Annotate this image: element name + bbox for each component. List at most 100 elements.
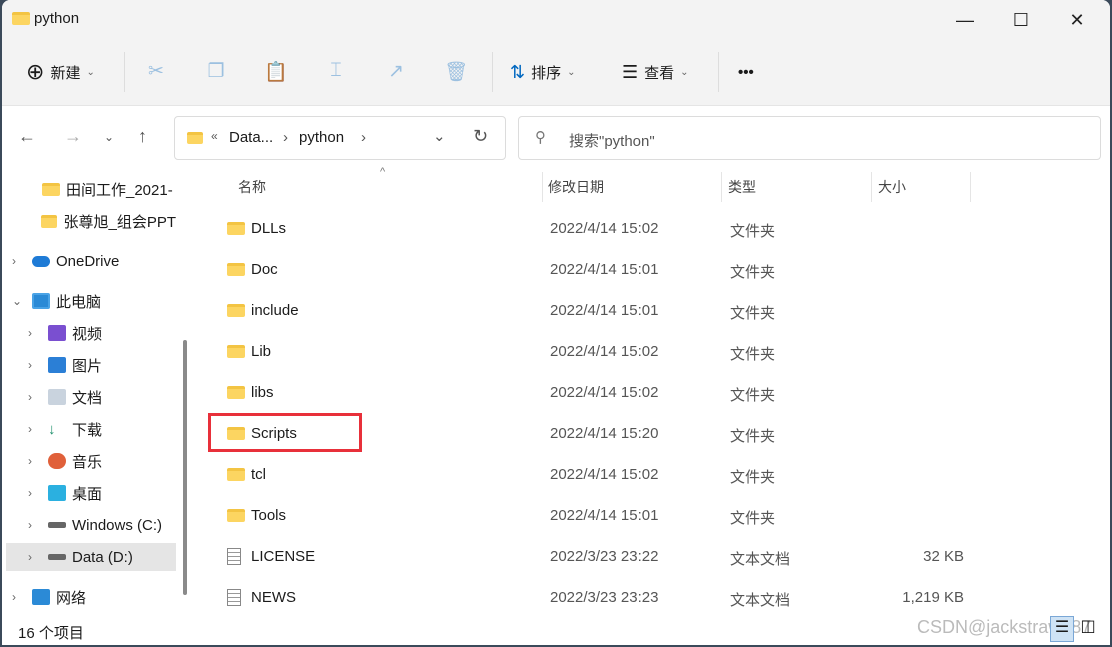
folder-icon bbox=[227, 263, 245, 276]
column-name[interactable]: 名称 bbox=[238, 172, 266, 202]
file-row[interactable]: Doc 2022/4/14 15:01 文件夹 bbox=[207, 251, 1107, 289]
chevron-right-icon[interactable]: › bbox=[28, 390, 42, 404]
file-row[interactable]: libs 2022/4/14 15:02 文件夹 bbox=[207, 374, 1107, 412]
desktop-icon bbox=[48, 485, 66, 501]
sidebar-item-label: 视频 bbox=[72, 325, 103, 343]
column-type[interactable]: 类型 bbox=[728, 172, 756, 202]
divider bbox=[124, 52, 125, 92]
file-name: include bbox=[251, 302, 299, 319]
sort-icon: ⇅ bbox=[510, 61, 526, 82]
minimize-button[interactable]: — bbox=[942, 6, 988, 34]
file-row[interactable]: NEWS 2022/3/23 23:23 文本文档 1,219 KB bbox=[207, 579, 1107, 617]
sidebar-item[interactable]: › 桌面 bbox=[12, 479, 176, 507]
overflow-icon[interactable]: « bbox=[211, 129, 218, 143]
copy-icon[interactable]: ❐ bbox=[204, 60, 228, 83]
sidebar-item-label: 网络 bbox=[56, 589, 87, 607]
sidebar-item[interactable]: › 图片 bbox=[12, 351, 176, 379]
sort-button[interactable]: ⇅ 排序 ⌄ bbox=[510, 56, 576, 88]
file-type: 文件夹 bbox=[730, 346, 776, 363]
file-name: Tools bbox=[251, 507, 287, 524]
chevron-right-icon[interactable]: › bbox=[12, 590, 26, 604]
column-size[interactable]: 大小 bbox=[878, 172, 906, 202]
chevron-right-icon[interactable]: › bbox=[361, 129, 366, 146]
more-button[interactable]: ••• bbox=[738, 56, 754, 88]
file-row[interactable]: DLLs 2022/4/14 15:02 文件夹 bbox=[207, 210, 1107, 248]
file-row[interactable]: Lib 2022/4/14 15:02 文件夹 bbox=[207, 333, 1107, 371]
file-row[interactable]: LICENSE 2022/3/23 23:22 文本文档 32 KB bbox=[207, 538, 1107, 576]
search-placeholder[interactable]: 搜索"python" bbox=[569, 130, 655, 151]
sidebar-scrollbar[interactable] bbox=[183, 340, 187, 595]
divider bbox=[871, 172, 872, 202]
chevron-down-icon[interactable]: ⌄ bbox=[12, 294, 26, 308]
music-icon bbox=[48, 453, 66, 469]
breadcrumb-python[interactable]: python bbox=[299, 129, 344, 146]
paste-icon[interactable]: 📋 bbox=[264, 60, 288, 84]
file-date: 2022/4/14 15:02 bbox=[550, 384, 659, 401]
breadcrumb-data[interactable]: Data... bbox=[229, 129, 273, 146]
chevron-right-icon[interactable]: › bbox=[283, 129, 288, 146]
delete-icon[interactable]: 🗑 bbox=[444, 60, 468, 84]
chevron-right-icon[interactable]: › bbox=[12, 254, 26, 268]
chevron-down-icon: ⌄ bbox=[567, 66, 576, 78]
chevron-right-icon[interactable]: › bbox=[28, 422, 42, 436]
sidebar-item[interactable]: › 文档 bbox=[12, 383, 176, 411]
sidebar-item[interactable]: › Data (D:) bbox=[6, 543, 176, 571]
chevron-right-icon[interactable]: › bbox=[28, 518, 42, 532]
sidebar-item[interactable]: › 网络 bbox=[12, 583, 176, 611]
details-view-button[interactable]: ☰ bbox=[1050, 616, 1074, 642]
forward-button[interactable]: → bbox=[64, 126, 82, 147]
navigation-pane: 田间工作_2021- 张尊旭_组会PPT › OneDrive ⌄ 此电脑 › 视频 › 图片 › 文… bbox=[2, 170, 192, 615]
divider bbox=[542, 172, 543, 202]
search-box[interactable]: ⚲ 搜索"python" bbox=[518, 116, 1101, 160]
folder-icon bbox=[42, 182, 60, 196]
chevron-down-icon: ⌄ bbox=[680, 66, 689, 78]
chevron-down-icon: ⌄ bbox=[86, 66, 95, 78]
back-button[interactable]: ← bbox=[18, 126, 36, 147]
sort-label: 排序 bbox=[531, 64, 562, 82]
sidebar-item-label: OneDrive bbox=[56, 252, 120, 270]
column-date[interactable]: 修改日期 bbox=[548, 172, 604, 202]
maximize-button[interactable]: ☐ bbox=[998, 6, 1044, 34]
view-button[interactable]: ☰ 查看 ⌄ bbox=[622, 56, 689, 88]
cut-icon[interactable]: ✂ bbox=[144, 60, 168, 83]
new-button[interactable]: ⊕ 新建 ⌄ bbox=[26, 56, 95, 88]
refresh-icon[interactable]: ↻ bbox=[473, 126, 488, 147]
sidebar-item[interactable]: › 音乐 bbox=[12, 447, 176, 475]
close-button[interactable]: ✕ bbox=[1054, 6, 1100, 34]
chevron-right-icon[interactable]: › bbox=[28, 454, 42, 468]
computer-icon bbox=[32, 293, 50, 309]
sidebar-item-label: Windows (C:) bbox=[72, 516, 163, 534]
chevron-right-icon[interactable]: › bbox=[28, 326, 42, 340]
folder-icon bbox=[227, 509, 245, 522]
share-icon[interactable]: ↗ bbox=[384, 60, 408, 83]
search-icon: ⚲ bbox=[535, 129, 546, 146]
up-button[interactable]: ↑ bbox=[138, 126, 147, 147]
divider bbox=[721, 172, 722, 202]
chevron-right-icon[interactable]: › bbox=[28, 550, 42, 564]
rename-icon[interactable]: ⌶ bbox=[324, 60, 348, 82]
cloud-icon bbox=[32, 255, 50, 267]
chevron-right-icon[interactable]: › bbox=[28, 358, 42, 372]
sidebar-item[interactable]: 张尊旭_组会PPT bbox=[12, 207, 176, 235]
window-title: python bbox=[34, 10, 80, 27]
recent-dropdown[interactable]: ⌄ bbox=[104, 130, 114, 144]
sidebar-item[interactable]: › Windows (C:) bbox=[12, 511, 176, 539]
chevron-right-icon[interactable]: › bbox=[28, 486, 42, 500]
file-row[interactable]: include 2022/4/14 15:01 文件夹 bbox=[207, 292, 1107, 330]
highlight-box bbox=[208, 413, 362, 452]
sidebar-item[interactable]: ⌄ 此电脑 bbox=[12, 287, 176, 315]
file-name: tcl bbox=[251, 466, 266, 483]
file-explorer-window: python — ☐ ✕ ⊕ 新建 ⌄ ✂ ❐ 📋 ⌶ ↗ 🗑 ⇅ 排序 ⌄ ☰… bbox=[2, 0, 1110, 645]
tiles-view-button[interactable]: ◫ bbox=[1076, 616, 1100, 642]
sidebar-item[interactable]: › ↓ 下载 bbox=[12, 415, 176, 443]
sidebar-item[interactable]: 田间工作_2021- bbox=[12, 175, 176, 203]
sidebar-item[interactable]: › 视频 bbox=[12, 319, 176, 347]
file-row[interactable]: Tools 2022/4/14 15:01 文件夹 bbox=[207, 497, 1107, 535]
address-dropdown-icon[interactable]: ⌄ bbox=[433, 127, 446, 145]
sidebar-item-label: 下载 bbox=[72, 421, 103, 439]
sidebar-item[interactable]: › OneDrive bbox=[12, 247, 176, 275]
file-date: 2022/4/14 15:01 bbox=[550, 507, 659, 524]
folder-icon bbox=[12, 12, 30, 25]
address-bar[interactable]: « Data... › python › ⌄ ↻ bbox=[174, 116, 506, 160]
file-row[interactable]: tcl 2022/4/14 15:02 文件夹 bbox=[207, 456, 1107, 494]
